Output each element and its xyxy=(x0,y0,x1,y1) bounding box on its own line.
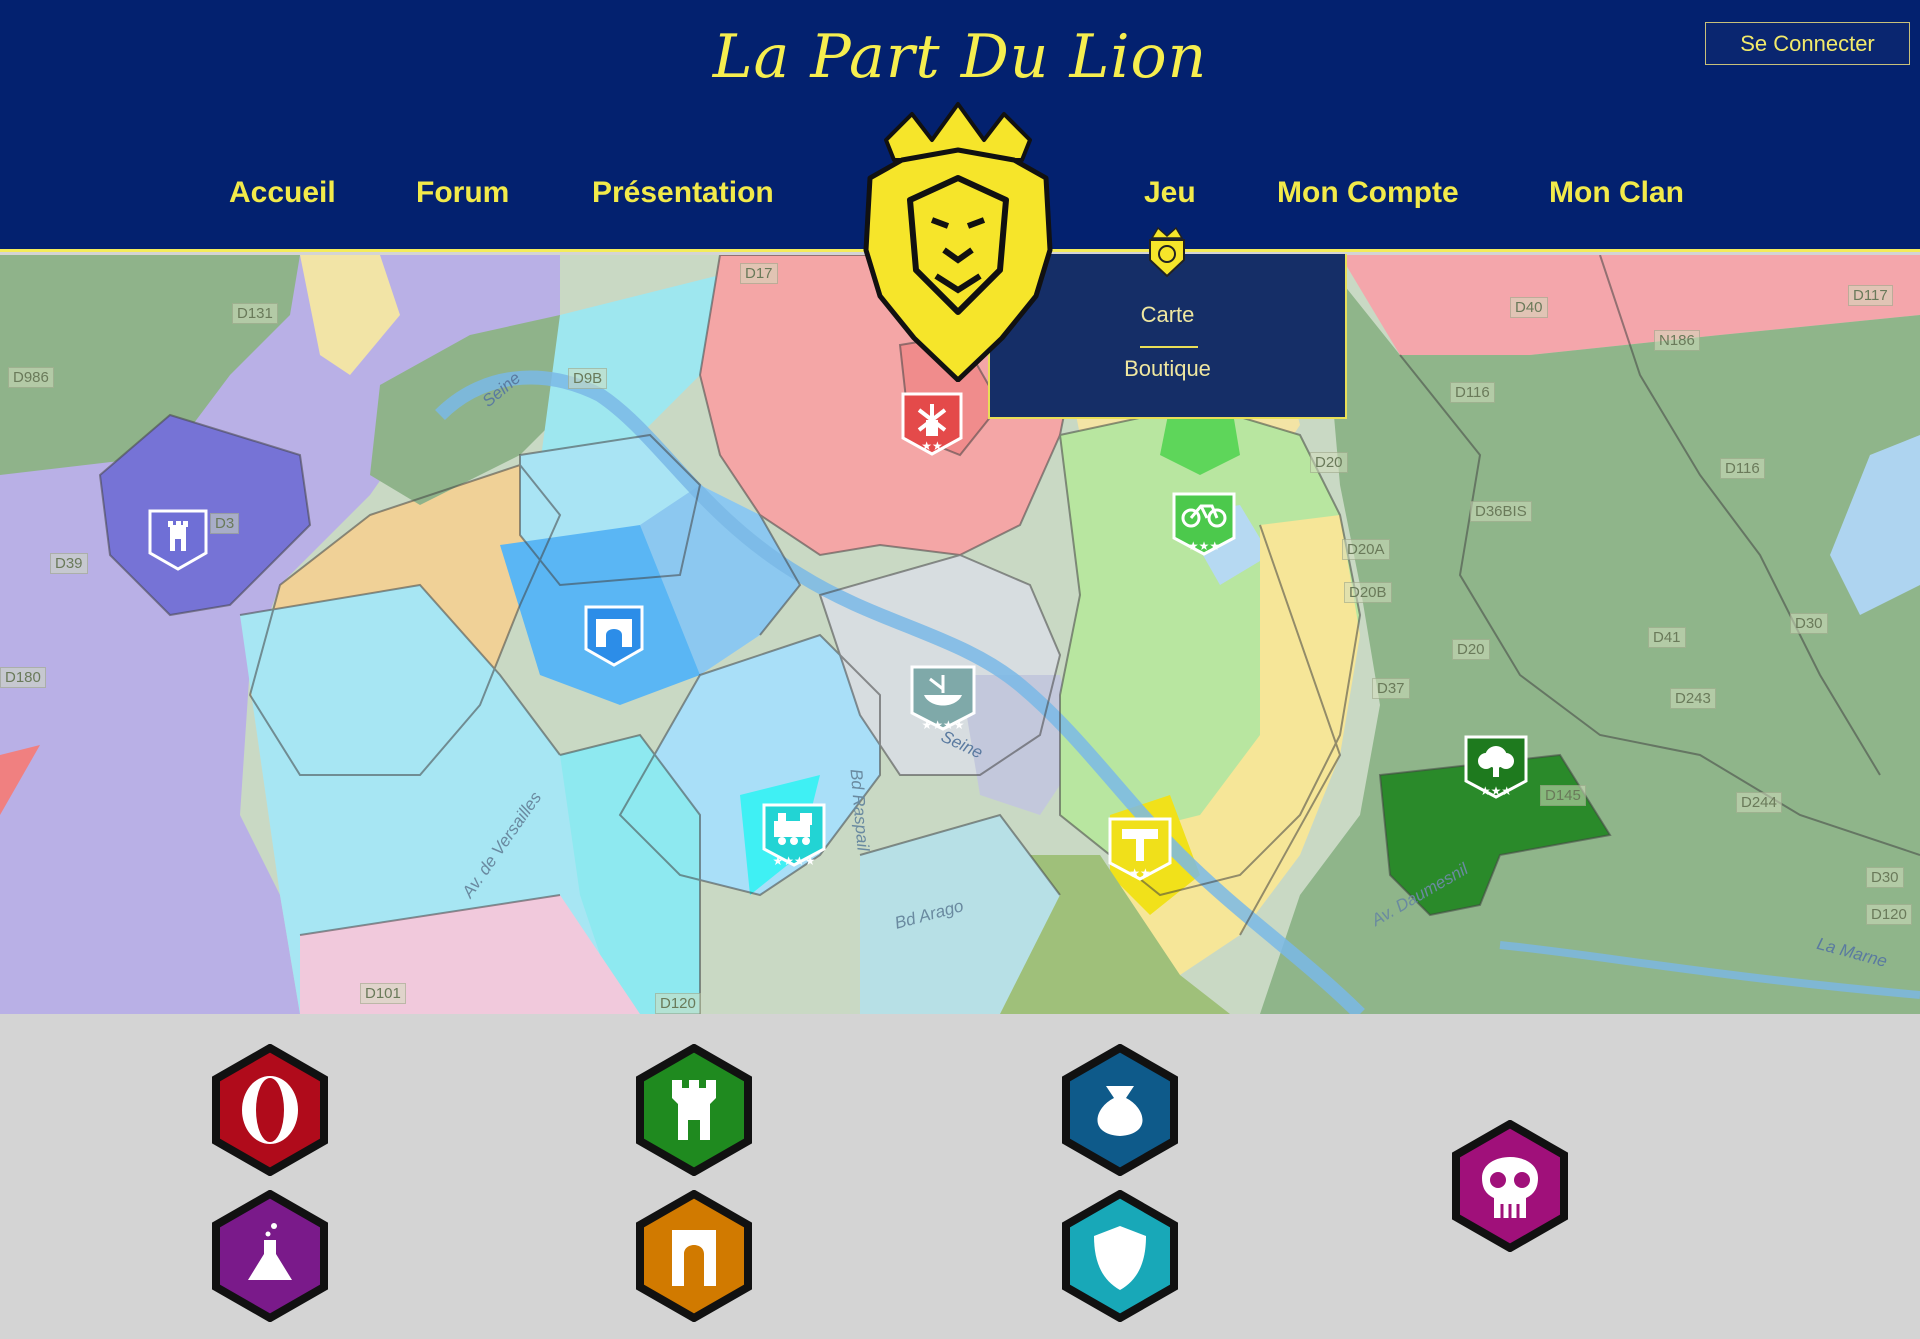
road-label: D39 xyxy=(50,553,88,574)
nav-item-mon-compte[interactable]: Mon Compte xyxy=(1277,176,1459,210)
road-label: D120 xyxy=(655,993,701,1014)
archway-icon[interactable] xyxy=(636,1190,752,1322)
road-label: D131 xyxy=(232,303,278,324)
nav-item-presentation[interactable]: Présentation xyxy=(592,176,774,210)
tree-icon[interactable]: ★★★ xyxy=(1464,735,1528,807)
train-icon[interactable]: ★★★★ xyxy=(762,803,826,875)
shield-icon[interactable] xyxy=(1062,1190,1178,1322)
svg-text:★★: ★★ xyxy=(1129,866,1151,880)
nav-item-jeu[interactable]: Jeu xyxy=(1144,176,1196,210)
opera-icon[interactable] xyxy=(212,1044,328,1176)
login-button[interactable]: Se Connecter xyxy=(1705,22,1910,65)
tower-icon[interactable] xyxy=(636,1044,752,1176)
road-label: D30 xyxy=(1866,867,1904,888)
road-label: D20B xyxy=(1344,582,1392,603)
road-label: N186 xyxy=(1654,330,1700,351)
dropdown-divider xyxy=(1140,346,1198,348)
road-label: D145 xyxy=(1540,785,1586,806)
windmill-icon[interactable]: ★★ xyxy=(901,392,963,462)
road-label: D20 xyxy=(1310,452,1348,473)
site-title[interactable]: La Part Du Lion xyxy=(0,22,1920,92)
nav-item-accueil[interactable]: Accueil xyxy=(229,176,336,210)
road-label: D117 xyxy=(1848,285,1893,306)
lion-logo-icon[interactable] xyxy=(850,100,1066,382)
svg-text:★★★: ★★★ xyxy=(1480,784,1512,798)
svg-text:★★★★: ★★★★ xyxy=(772,854,815,868)
road-label: D116 xyxy=(1450,382,1495,403)
road-label: D3 xyxy=(210,513,240,534)
arch-icon[interactable] xyxy=(584,605,644,667)
flask-icon[interactable] xyxy=(212,1190,328,1322)
road-label: D244 xyxy=(1736,792,1782,813)
road-label: D37 xyxy=(1372,678,1410,699)
road-label: D101 xyxy=(360,983,406,1004)
road-label: D30 xyxy=(1790,613,1828,634)
nav-item-mon-clan[interactable]: Mon Clan xyxy=(1549,176,1684,210)
road-label: D20A xyxy=(1342,539,1390,560)
hammer-icon[interactable]: ★★ xyxy=(1108,817,1172,889)
road-label: D180 xyxy=(0,667,46,688)
skull-icon[interactable] xyxy=(1452,1120,1568,1252)
svg-text:★★★: ★★★ xyxy=(1188,539,1220,553)
nav-item-forum[interactable]: Forum xyxy=(416,176,509,210)
road-label: D120 xyxy=(1866,904,1912,925)
road-label: D986 xyxy=(8,367,54,388)
road-label: D243 xyxy=(1670,688,1716,709)
road-label: D20 xyxy=(1452,639,1490,660)
road-label: D17 xyxy=(740,263,778,284)
road-label: D36BIS xyxy=(1470,501,1532,522)
road-label: D40 xyxy=(1510,297,1548,318)
road-label: D116 xyxy=(1720,458,1765,479)
boat-icon[interactable]: ★★★★ xyxy=(910,665,976,739)
road-label: D9B xyxy=(568,368,608,389)
svg-text:★★★★: ★★★★ xyxy=(921,718,964,732)
bicycle-icon[interactable]: ★★★ xyxy=(1172,492,1236,562)
small-lion-icon xyxy=(1149,226,1185,278)
money-bag-icon[interactable] xyxy=(1062,1044,1178,1176)
svg-text:★★: ★★ xyxy=(921,439,943,453)
castle-icon[interactable] xyxy=(148,509,208,571)
road-label: D41 xyxy=(1648,627,1686,648)
